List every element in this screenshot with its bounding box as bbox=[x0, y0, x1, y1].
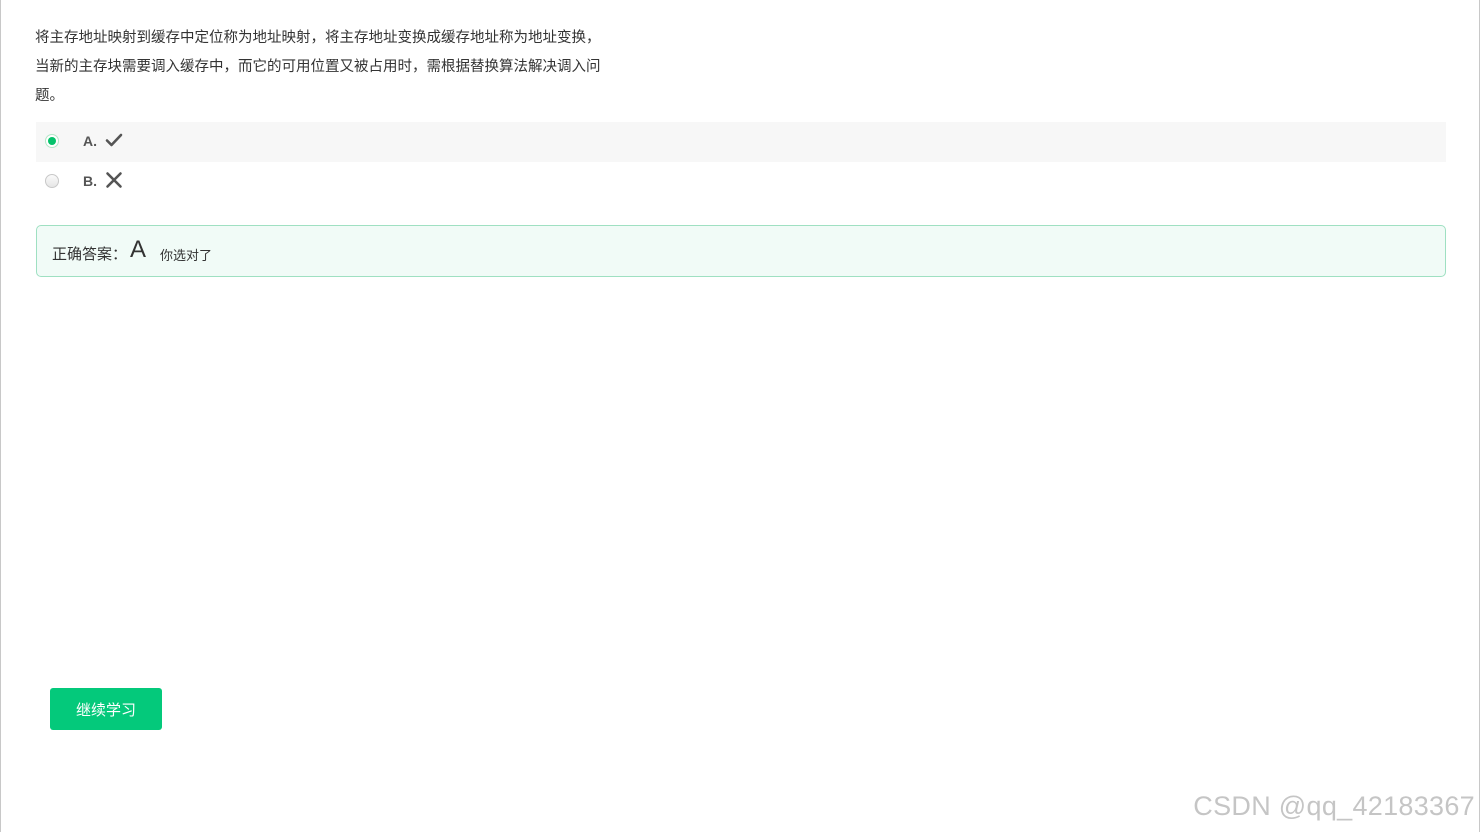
continue-learning-button[interactable]: 继续学习 bbox=[50, 688, 162, 730]
question-line: 将主存地址映射到缓存中定位称为地址映射，将主存地址变换成缓存地址称为地址变换， bbox=[35, 30, 601, 46]
answer-panel: 正确答案： A 你选对了 bbox=[36, 225, 1446, 277]
answer-label: 正确答案： bbox=[52, 245, 128, 263]
quiz-page: 将主存地址映射到缓存中定位称为地址映射，将主存地址变换成缓存地址称为地址变换， … bbox=[0, 0, 1480, 832]
option-b-letter: B. bbox=[83, 173, 97, 189]
radio-option-a[interactable] bbox=[45, 134, 59, 148]
options-list: A. B. bbox=[36, 122, 1446, 202]
question-line: 题。 bbox=[35, 88, 64, 104]
option-a[interactable]: A. bbox=[36, 122, 1446, 162]
question-line: 当新的主存块需要调入缓存中，而它的可用位置又被占用时，需根据替换算法解决调入问 bbox=[35, 59, 601, 75]
cross-icon bbox=[105, 171, 123, 189]
option-b[interactable]: B. bbox=[36, 162, 1446, 202]
check-icon bbox=[105, 131, 123, 149]
watermark: CSDN @qq_42183367 bbox=[1193, 791, 1475, 821]
question-text: 将主存地址映射到缓存中定位称为地址映射，将主存地址变换成缓存地址称为地址变换， … bbox=[35, 24, 655, 111]
option-a-letter: A. bbox=[83, 133, 97, 149]
answer-result-text: 你选对了 bbox=[160, 249, 213, 264]
correct-answer-letter: A bbox=[130, 236, 147, 263]
radio-option-b[interactable] bbox=[45, 174, 59, 188]
